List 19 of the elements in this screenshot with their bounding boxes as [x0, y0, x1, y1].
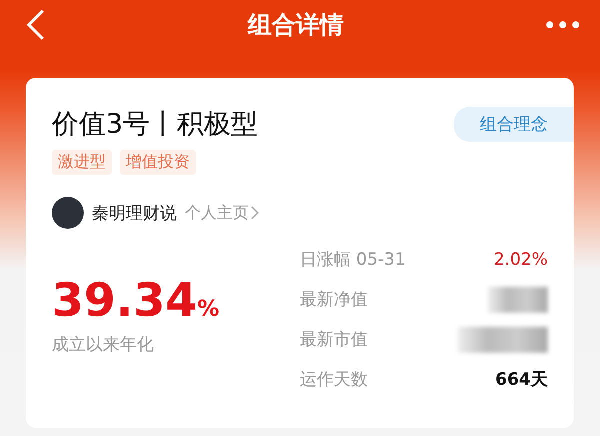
stat-value: 2.02% — [494, 250, 548, 270]
stat-value: 664天 — [496, 369, 548, 391]
avatar — [52, 197, 84, 229]
tag: 激进型 — [52, 150, 112, 175]
stat-label: 最新市值 — [300, 329, 368, 351]
back-icon[interactable] — [26, 9, 46, 41]
more-icon[interactable] — [546, 21, 580, 29]
stat-label: 运作天数 — [300, 369, 368, 391]
stat-label: 最新净值 — [300, 289, 368, 311]
annualized-label: 成立以来年化 — [52, 334, 155, 356]
philosophy-button[interactable]: 组合理念 — [454, 106, 574, 142]
page-title: 组合详情 — [248, 10, 344, 41]
profile-link[interactable]: 个人主页 — [185, 202, 259, 224]
portfolio-name: 价值3号丨积极型 — [52, 108, 258, 142]
chevron-right-icon — [251, 206, 259, 220]
stat-label: 日涨幅 05-31 — [300, 249, 406, 271]
author-name: 秦明理财说 — [92, 202, 177, 224]
annualized-return: 39.34% — [52, 273, 221, 327]
tag: 增值投资 — [120, 150, 196, 175]
